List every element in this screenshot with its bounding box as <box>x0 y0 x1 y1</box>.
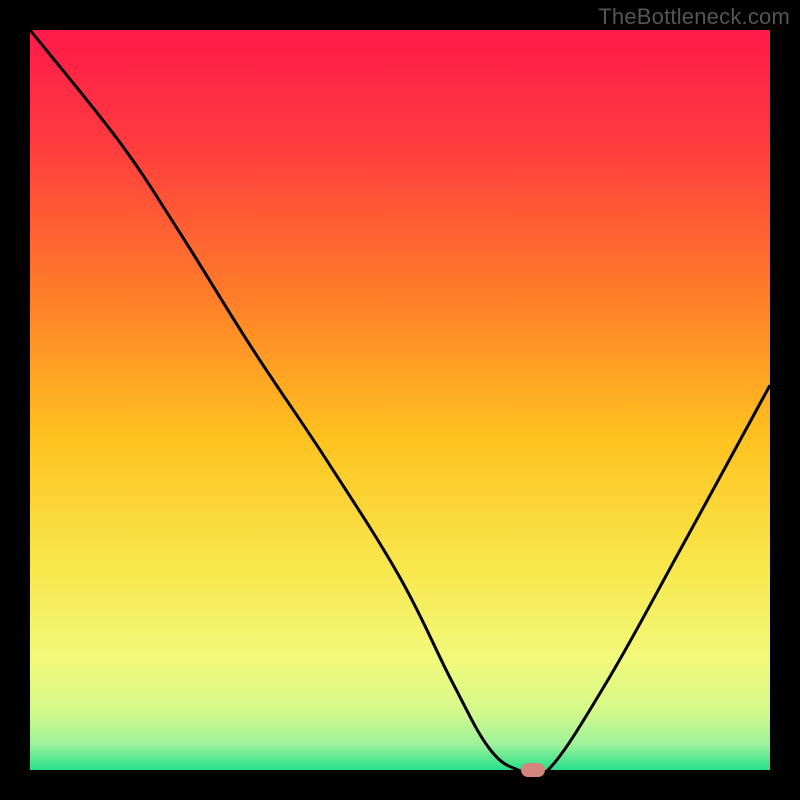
watermark-text: TheBottleneck.com <box>598 4 790 30</box>
plot-svg <box>30 30 770 770</box>
optimal-point-marker <box>521 763 545 777</box>
gradient-background <box>30 30 770 770</box>
chart-frame: TheBottleneck.com <box>0 0 800 800</box>
plot-area <box>30 30 770 770</box>
